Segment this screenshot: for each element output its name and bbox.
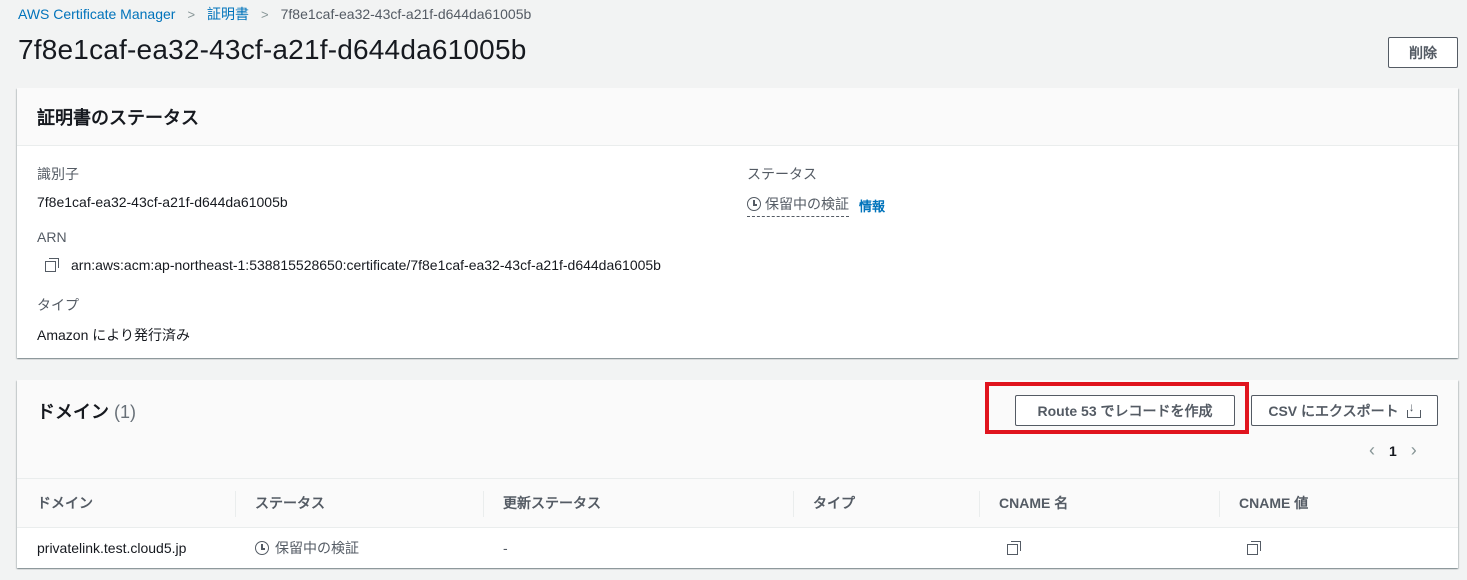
column-header-renewal-status[interactable]: 更新ステータス xyxy=(483,479,793,527)
column-header-cname-value[interactable]: CNAME 値 xyxy=(1219,479,1458,527)
copy-icon[interactable] xyxy=(45,258,59,272)
domains-count: (1) xyxy=(114,402,137,422)
create-records-route53-button[interactable]: Route 53 でレコードを作成 xyxy=(1015,395,1235,426)
panel-header: 証明書のステータス xyxy=(17,88,1458,146)
cell-cname-value xyxy=(1219,541,1458,555)
status-popover-trigger[interactable]: 保留中の検証 xyxy=(747,194,849,217)
column-header-domain[interactable]: ドメイン xyxy=(17,479,235,527)
type-field: タイプ Amazon により発行済み xyxy=(37,295,190,345)
identifier-label: 識別子 xyxy=(37,166,79,182)
cell-cname-name xyxy=(979,541,1219,555)
info-link[interactable]: 情報 xyxy=(859,196,885,215)
chevron-right-icon: > xyxy=(187,6,196,22)
copy-icon[interactable] xyxy=(1247,541,1261,555)
status-field: ステータス 保留中の検証 情報 xyxy=(747,164,885,217)
table-header: ドメイン ステータス 更新ステータス タイプ CNAME 名 CNAME 値 xyxy=(17,478,1458,528)
chevron-right-icon: > xyxy=(261,6,269,22)
status-value-row: 保留中の検証 情報 xyxy=(747,194,885,217)
cell-status-text: 保留中の検証 xyxy=(275,540,359,556)
cell-status: 保留中の検証 xyxy=(235,538,483,558)
table-row: privatelink.test.cloud5.jp 保留中の検証 - xyxy=(17,528,1458,568)
type-label: タイプ xyxy=(37,297,79,313)
panel-title: ドメイン (1) xyxy=(37,398,136,424)
breadcrumb-acm-link[interactable]: AWS Certificate Manager xyxy=(18,6,175,22)
column-header-status[interactable]: ステータス xyxy=(235,479,483,527)
export-csv-button[interactable]: CSV にエクスポート xyxy=(1251,395,1438,426)
breadcrumb-current: 7f8e1caf-ea32-43cf-a21f-d644da61005b xyxy=(280,6,532,22)
type-value: Amazon により発行済み xyxy=(37,327,190,343)
breadcrumb: AWS Certificate Manager > 証明書 > 7f8e1caf… xyxy=(18,4,531,24)
clock-icon xyxy=(747,197,761,211)
breadcrumb-certificates-link[interactable]: 証明書 xyxy=(207,4,249,24)
copy-icon[interactable] xyxy=(1007,541,1021,555)
arn-value-row: arn:aws:acm:ap-northeast-1:538815528650:… xyxy=(45,257,661,273)
pagination: ‹ 1 › xyxy=(1369,440,1417,461)
arn-field: ARN arn:aws:acm:ap-northeast-1:538815528… xyxy=(37,229,661,273)
domains-panel: ドメイン (1) Route 53 でレコードを作成 CSV にエクスポート ‹… xyxy=(17,380,1458,568)
page-number[interactable]: 1 xyxy=(1389,443,1397,459)
clock-icon xyxy=(255,541,269,555)
status-label: ステータス xyxy=(747,166,817,182)
page-title: 7f8e1caf-ea32-43cf-a21f-d644da61005b xyxy=(18,34,527,65)
column-header-cname-name[interactable]: CNAME 名 xyxy=(979,479,1219,527)
arn-label: ARN xyxy=(37,229,67,245)
download-icon xyxy=(1406,400,1421,418)
chevron-left-icon[interactable]: ‹ xyxy=(1369,440,1375,461)
domains-heading: ドメイン xyxy=(37,402,109,422)
chevron-right-icon[interactable]: › xyxy=(1411,440,1417,461)
domains-table: ドメイン ステータス 更新ステータス タイプ CNAME 名 CNAME 値 p… xyxy=(17,478,1458,568)
cell-domain: privatelink.test.cloud5.jp xyxy=(37,540,187,556)
panel-title: 証明書のステータス xyxy=(37,107,199,128)
status-value: 保留中の検証 xyxy=(765,196,849,212)
arn-value: arn:aws:acm:ap-northeast-1:538815528650:… xyxy=(71,257,661,273)
column-header-type[interactable]: タイプ xyxy=(793,479,979,527)
identifier-field: 識別子 7f8e1caf-ea32-43cf-a21f-d644da61005b xyxy=(37,164,288,210)
delete-button[interactable]: 削除 xyxy=(1388,37,1458,68)
certificate-status-panel: 証明書のステータス 識別子 7f8e1caf-ea32-43cf-a21f-d6… xyxy=(17,88,1458,358)
cell-renewal-status: - xyxy=(503,540,508,556)
identifier-value: 7f8e1caf-ea32-43cf-a21f-d644da61005b xyxy=(37,194,288,210)
export-csv-label: CSV にエクスポート xyxy=(1268,402,1399,419)
